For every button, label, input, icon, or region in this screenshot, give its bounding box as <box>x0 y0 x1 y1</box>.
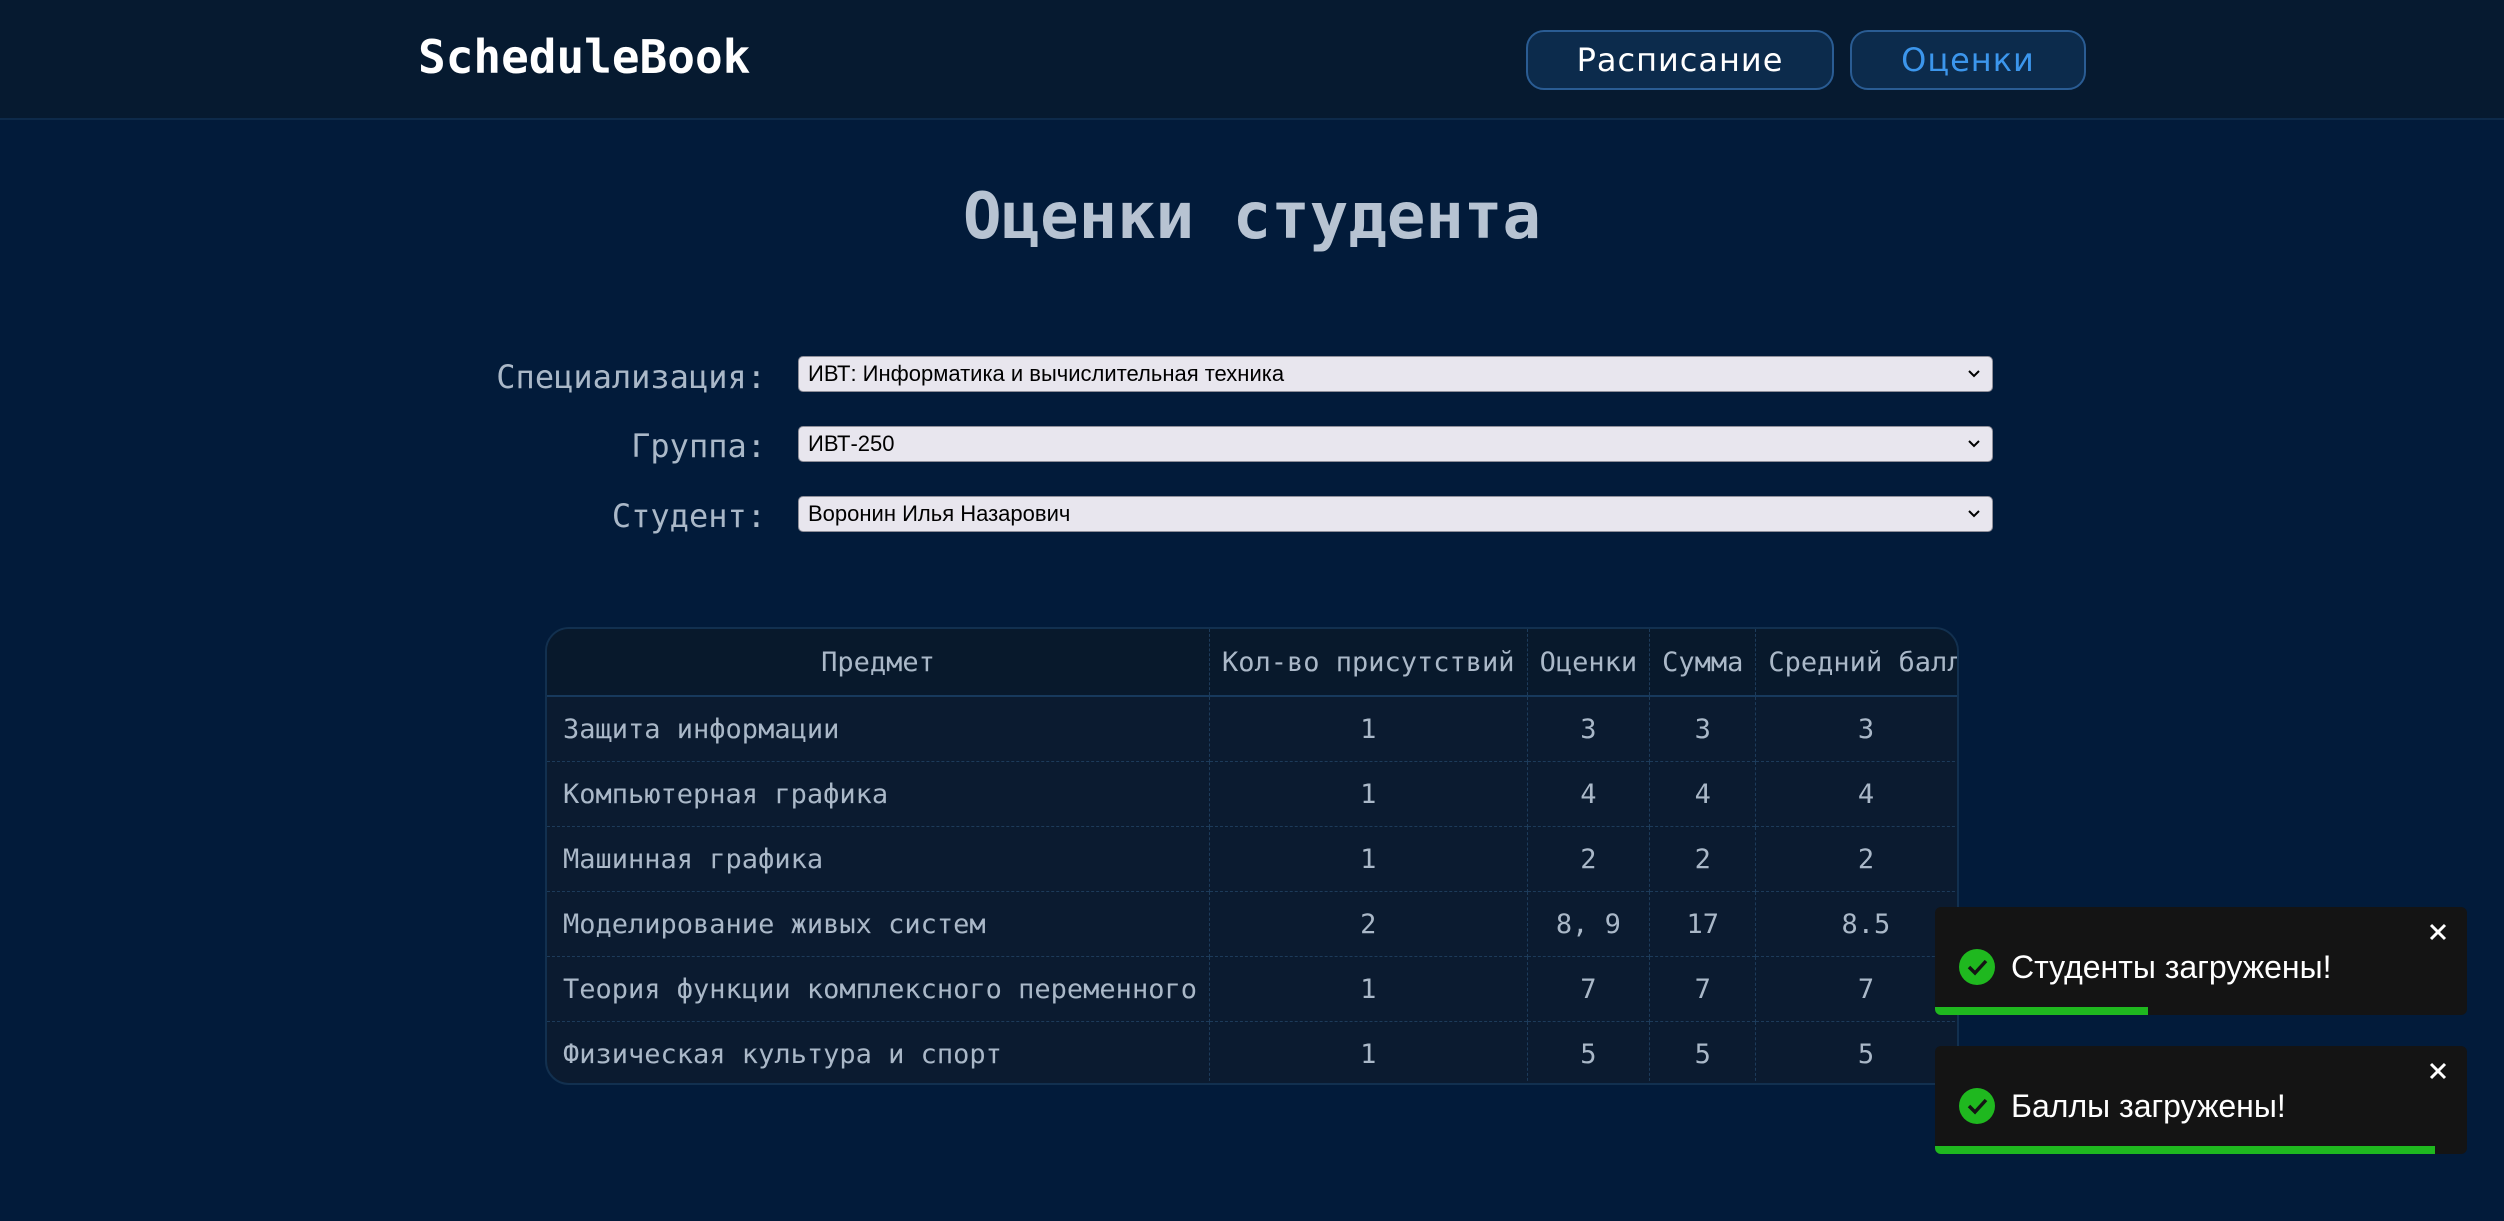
cell-subject: Физическая культура и спорт <box>547 1021 1210 1083</box>
cell-attendance: 2 <box>1209 891 1528 957</box>
cell-subject: Моделирование живых систем <box>547 891 1210 957</box>
student-select[interactable]: Воронин Илья Назарович <box>798 496 1993 532</box>
table-row: Защита информации 1 3 3 3 <box>547 695 1957 762</box>
cell-average: 2 <box>1755 826 1957 892</box>
toast-message: Баллы загружены! <box>2011 1088 2286 1124</box>
nav-schedule-button[interactable]: Расписание <box>1526 30 1834 90</box>
cell-average: 8.5 <box>1755 891 1957 957</box>
cell-sum: 2 <box>1649 826 1757 892</box>
close-icon[interactable] <box>2425 919 2451 945</box>
cell-grades: 2 <box>1527 826 1651 892</box>
specialization-label: Специализация: <box>496 358 766 396</box>
toast-message: Студенты загружены! <box>2011 949 2332 985</box>
table-row: Компьютерная графика 1 4 4 4 <box>547 761 1957 827</box>
cell-sum: 17 <box>1649 891 1757 957</box>
cell-subject: Компьютерная графика <box>547 761 1210 827</box>
column-header-subject: Предмет <box>547 629 1210 697</box>
table-row: Моделирование живых систем 2 8, 9 17 8.5 <box>547 891 1957 957</box>
table-row: Физическая культура и спорт 1 5 5 5 <box>547 1021 1957 1083</box>
cell-average: 4 <box>1755 761 1957 827</box>
close-icon[interactable] <box>2425 1058 2451 1084</box>
cell-grades: 3 <box>1527 695 1651 762</box>
cell-attendance: 1 <box>1209 1021 1528 1083</box>
table-row: Машинная графика 1 2 2 2 <box>547 826 1957 892</box>
chevron-down-icon <box>1968 440 1980 448</box>
toast-grades-loaded: Баллы загружены! <box>1935 1046 2467 1154</box>
column-header-sum: Сумма <box>1649 629 1757 697</box>
specialization-value: ИВТ: Информатика и вычислительная техник… <box>808 361 1285 386</box>
cell-attendance: 1 <box>1209 826 1528 892</box>
toast-progress-track <box>1935 1146 2467 1154</box>
grades-table: Предмет Кол-во присутствий Оценки Сумма … <box>547 629 1957 1083</box>
cell-subject: Машинная графика <box>547 826 1210 892</box>
cell-attendance: 1 <box>1209 761 1528 827</box>
group-select[interactable]: ИВТ-250 <box>798 426 1993 462</box>
cell-sum: 5 <box>1649 1021 1757 1083</box>
cell-attendance: 1 <box>1209 956 1528 1022</box>
app-header: ScheduleBook Расписание Оценки <box>0 0 2504 120</box>
table-header-row: Предмет Кол-во присутствий Оценки Сумма … <box>547 629 1957 697</box>
group-label: Группа: <box>631 427 766 465</box>
cell-average: 5 <box>1755 1021 1957 1083</box>
table-row: Теория функции комплексного переменного … <box>547 956 1957 1022</box>
column-header-average: Средний балл <box>1755 629 1957 697</box>
cell-grades: 4 <box>1527 761 1651 827</box>
group-value: ИВТ-250 <box>808 431 895 456</box>
cell-subject: Защита информации <box>547 695 1210 762</box>
nav-grades-button[interactable]: Оценки <box>1850 30 2086 90</box>
cell-sum: 7 <box>1649 956 1757 1022</box>
cell-average: 7 <box>1755 956 1957 1022</box>
toast-progress-track <box>1935 1007 2467 1015</box>
cell-attendance: 1 <box>1209 695 1528 762</box>
chevron-down-icon <box>1968 370 1980 378</box>
check-circle-icon <box>1959 949 1995 985</box>
student-value: Воронин Илья Назарович <box>808 501 1071 526</box>
cell-average: 3 <box>1755 695 1957 762</box>
column-header-attendance: Кол-во присутствий <box>1209 629 1528 697</box>
cell-subject: Теория функции комплексного переменного <box>547 956 1210 1022</box>
page-title: Оценки студента <box>963 180 1541 254</box>
app-logo[interactable]: ScheduleBook <box>418 30 750 84</box>
cell-grades: 5 <box>1527 1021 1651 1083</box>
check-circle-icon <box>1959 1088 1995 1124</box>
chevron-down-icon <box>1968 510 1980 518</box>
student-label: Студент: <box>611 497 766 535</box>
cell-grades: 8, 9 <box>1527 891 1651 957</box>
cell-sum: 4 <box>1649 761 1757 827</box>
column-header-grades: Оценки <box>1527 629 1651 697</box>
toast-progress-bar <box>1935 1007 2148 1015</box>
toast-students-loaded: Студенты загружены! <box>1935 907 2467 1015</box>
specialization-select[interactable]: ИВТ: Информатика и вычислительная техник… <box>798 356 1993 392</box>
toast-progress-bar <box>1935 1146 2436 1154</box>
cell-sum: 3 <box>1649 695 1757 762</box>
cell-grades: 7 <box>1527 956 1651 1022</box>
grades-table-container: Предмет Кол-во присутствий Оценки Сумма … <box>545 627 1959 1085</box>
